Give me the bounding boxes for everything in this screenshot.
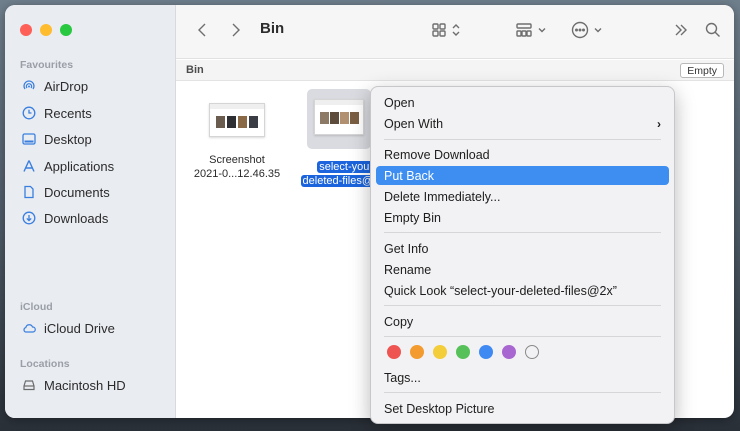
sidebar: Favourites AirDrop Recents Desktop Appli… — [5, 5, 176, 418]
menu-item-delete-immediately[interactable]: Delete Immediately... — [376, 187, 669, 206]
sidebar-section-locations: Locations — [20, 358, 70, 370]
menu-item-copy[interactable]: Copy — [376, 312, 669, 331]
grid-view-icon — [432, 23, 446, 37]
clock-icon — [21, 105, 37, 121]
menu-item-tags[interactable]: Tags... — [376, 368, 669, 387]
sidebar-item-label: Desktop — [44, 131, 92, 147]
back-button[interactable] — [192, 17, 212, 43]
sidebar-item-label: Recents — [44, 105, 92, 121]
tag-green-dot[interactable] — [456, 345, 470, 359]
file-thumbnail — [209, 103, 265, 137]
sidebar-item-macintosh-hd[interactable]: Macintosh HD — [21, 374, 126, 396]
sidebar-item-airdrop[interactable]: AirDrop — [21, 75, 88, 97]
file-name-line2: deleted-files@ — [300, 175, 375, 187]
submenu-arrow-icon: › — [657, 116, 661, 131]
selection-highlight — [307, 89, 371, 149]
group-button[interactable] — [509, 17, 553, 43]
tag-none-dot[interactable] — [525, 345, 539, 359]
file-item-selected[interactable]: select-your deleted-files@ — [295, 89, 377, 188]
sidebar-item-label: Documents — [44, 184, 110, 200]
sidebar-item-label: iCloud Drive — [44, 320, 115, 336]
disk-icon — [21, 377, 37, 393]
chevron-down-icon — [594, 28, 602, 33]
sidebar-item-icloud-drive[interactable]: iCloud Drive — [21, 317, 115, 339]
file-name-line1: Screenshot — [209, 154, 265, 166]
file-name-line1: select-your — [317, 161, 375, 173]
tag-colors — [387, 345, 539, 359]
menu-item-remove-download[interactable]: Remove Download — [376, 145, 669, 164]
toolbar: Bin — [176, 5, 734, 59]
sidebar-section-icloud: iCloud — [20, 301, 53, 313]
chevron-left-icon — [198, 23, 206, 37]
applications-icon — [21, 158, 37, 174]
airdrop-icon — [21, 78, 37, 94]
menu-item-set-desktop-picture[interactable]: Set Desktop Picture — [376, 399, 669, 418]
menu-item-get-info[interactable]: Get Info — [376, 239, 669, 258]
tag-orange-dot[interactable] — [410, 345, 424, 359]
context-menu: Open Open With › Remove Download Put Bac… — [370, 86, 675, 424]
cloud-icon — [21, 320, 37, 336]
tag-red-dot[interactable] — [387, 345, 401, 359]
group-icon — [516, 23, 532, 37]
document-icon — [21, 184, 37, 200]
chevron-down-icon — [538, 28, 546, 33]
menu-separator — [384, 305, 661, 306]
empty-bin-button[interactable]: Empty — [680, 63, 724, 78]
tag-purple-dot[interactable] — [502, 345, 516, 359]
sidebar-section-favourites: Favourites — [20, 59, 74, 71]
menu-separator — [384, 392, 661, 393]
sidebar-item-label: Downloads — [44, 210, 109, 226]
sidebar-item-label: AirDrop — [44, 78, 89, 94]
tag-yellow-dot[interactable] — [433, 345, 447, 359]
menu-separator — [384, 232, 661, 233]
window-controls — [20, 24, 72, 36]
path-bar: Bin Empty — [176, 60, 734, 81]
menu-separator — [384, 336, 661, 337]
sidebar-item-label: Applications — [44, 158, 115, 174]
file-item[interactable]: Screenshot 2021-0...12.46.35 — [189, 99, 285, 181]
menu-item-empty-bin[interactable]: Empty Bin — [376, 208, 669, 227]
menu-item-put-back[interactable]: Put Back — [376, 166, 669, 185]
window-title: Bin — [260, 20, 285, 37]
sidebar-item-applications[interactable]: Applications — [21, 155, 114, 177]
file-name: select-your deleted-files@ — [295, 160, 377, 188]
action-button[interactable] — [568, 17, 606, 43]
search-button[interactable] — [701, 17, 725, 43]
search-icon — [705, 22, 720, 37]
sidebar-item-desktop[interactable]: Desktop — [21, 128, 92, 150]
view-options-button[interactable] — [426, 17, 466, 43]
minimize-window-button[interactable] — [40, 24, 52, 36]
menu-item-open[interactable]: Open — [376, 93, 669, 112]
sidebar-item-label: Macintosh HD — [44, 377, 126, 393]
download-icon — [21, 210, 37, 226]
chevron-updown-icon — [452, 24, 460, 36]
sidebar-item-recents[interactable]: Recents — [21, 102, 92, 124]
file-thumbnail — [314, 99, 364, 135]
close-window-button[interactable] — [20, 24, 32, 36]
sidebar-item-downloads[interactable]: Downloads — [21, 207, 108, 229]
sidebar-item-documents[interactable]: Documents — [21, 181, 110, 203]
double-chevron-right-icon — [675, 24, 687, 36]
menu-item-label: Open With — [384, 116, 444, 131]
toolbar-overflow-button[interactable] — [671, 17, 691, 43]
forward-button[interactable] — [226, 17, 246, 43]
chevron-right-icon — [232, 23, 240, 37]
menu-item-quick-look[interactable]: Quick Look “select-your-deleted-files@2x… — [376, 281, 669, 300]
more-icon — [571, 21, 589, 39]
file-name-line2: 2021-0...12.46.35 — [193, 168, 281, 180]
zoom-window-button[interactable] — [60, 24, 72, 36]
menu-item-rename[interactable]: Rename — [376, 260, 669, 279]
desktop-icon — [21, 131, 37, 147]
tag-blue-dot[interactable] — [479, 345, 493, 359]
menu-separator — [384, 139, 661, 140]
path-bar-label: Bin — [186, 64, 204, 76]
menu-item-open-with[interactable]: Open With › — [376, 114, 669, 133]
